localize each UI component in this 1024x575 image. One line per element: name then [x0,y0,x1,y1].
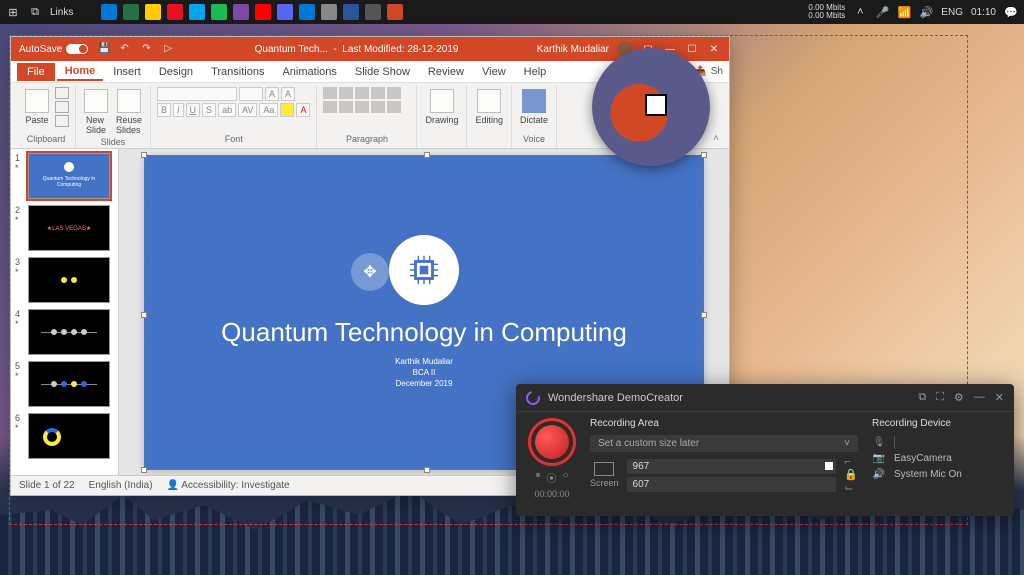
taskbar-time[interactable]: 01:10 [971,7,996,18]
windows-taskbar: ⊞ ⧉ Links 0.00 Mbits0.00 Mbits ˄ 🎤 📶 🔊 E… [0,0,1024,24]
slide-counter[interactable]: Slide 1 of 22 [19,480,75,491]
slide-title-text[interactable]: Quantum Technology in Computing [221,317,627,348]
net-indicator: 0.00 Mbits0.00 Mbits [808,4,845,20]
speaker-icon: 🔊 [872,469,886,480]
screen-select[interactable]: Screen [590,462,619,488]
demo-logo-icon [523,388,542,407]
tab-design[interactable]: Design [151,64,201,80]
new-slide-button[interactable]: New Slide [82,87,110,137]
slideshow-qat-icon[interactable]: ▷ [164,43,176,55]
tab-file[interactable]: File [17,63,55,81]
record-button[interactable] [528,418,576,466]
voice-group-label: Voice [518,134,550,146]
demo-settings-icon[interactable]: ⚙ [954,391,964,404]
paragraph-group-label: Paragraph [323,134,410,146]
tray-up-icon[interactable]: ˄ [853,5,867,19]
mic-icon: 🎙 [872,437,886,448]
doc-modified: Last Modified: 28-12-2019 [342,44,458,55]
taskbar-app-icons[interactable] [101,4,403,20]
tab-help[interactable]: Help [516,64,555,80]
close-button[interactable]: ✕ [707,44,721,55]
redo-icon[interactable]: ↷ [142,43,154,55]
camera-device-row[interactable]: 📷EasyCamera [872,453,1002,464]
demo-minimize-button[interactable]: — [974,391,985,404]
tab-animations[interactable]: Animations [274,64,344,80]
clipboard-group-label: Clipboard [23,134,69,146]
demo-expand-icon[interactable]: ⛶ [936,391,944,404]
discard-icon[interactable]: ○ [562,470,568,485]
thumb-1[interactable]: Quantum Technology in Computing [28,153,110,199]
tab-home[interactable]: Home [57,63,104,81]
tab-slideshow[interactable]: Slide Show [347,64,418,80]
rec-device-label: Recording Device [872,418,1002,429]
thumb-4[interactable] [28,309,110,355]
lock-icon[interactable]: 🔒 [844,468,858,481]
camera-icon: 📷 [872,453,886,464]
undo-icon[interactable]: ↶ [120,43,132,55]
paragraph-tools[interactable] [323,87,401,113]
mic-tray-icon[interactable]: 🎤 [875,5,889,19]
wifi-icon[interactable]: 📶 [897,5,911,19]
width-input[interactable]: 967 [627,459,837,474]
save-icon[interactable]: 💾 [98,43,110,55]
tab-insert[interactable]: Insert [105,64,149,80]
demo-close-button[interactable]: ✕ [995,391,1004,404]
demo-title-text: Wondershare DemoCreator [548,392,683,404]
slide-thumbnails-panel[interactable]: 1*Quantum Technology in Computing 2*★LAS… [11,149,119,475]
mic-device-row[interactable]: 🎙 [872,436,1002,448]
taskbar-links-label[interactable]: Links [50,7,73,18]
thumb-5[interactable] [28,361,110,407]
demo-pin-icon[interactable]: ⧉ [918,391,926,404]
reuse-slides-button[interactable]: Reuse Slides [114,87,144,137]
doc-title: Quantum Tech... [255,44,328,55]
autosave-toggle[interactable]: AutoSave [19,44,88,55]
notification-icon[interactable]: 💬 [1004,5,1018,19]
stop-rec-icon[interactable]: ⦿ [546,470,556,485]
slide-subtitle[interactable]: Karthik Mudaliar BCA II December 2019 [395,356,453,390]
paste-button[interactable]: Paste [23,87,51,127]
thumb-6[interactable] [28,413,110,459]
drawing-button[interactable]: Drawing [423,87,460,127]
system-mic-row[interactable]: 🔊System Mic On [872,469,1002,480]
tab-transitions[interactable]: Transitions [203,64,272,80]
task-view-icon[interactable]: ⧉ [28,5,42,19]
cursor-magnifier [592,48,710,166]
start-icon[interactable]: ⊞ [6,5,20,19]
demo-titlebar[interactable]: Wondershare DemoCreator ⧉ ⛶ ⚙ — ✕ [516,384,1014,412]
collapse-ribbon-icon[interactable]: ˄ [709,129,723,148]
accessibility-status[interactable]: 👤 Accessibility: Investigate [167,480,290,491]
bracket-bot: ⌙ [844,481,858,494]
format-painter-icon[interactable] [55,115,69,127]
taskbar-lang[interactable]: ENG [941,7,963,18]
slides-group-label: Slides [82,137,144,149]
thumb-3[interactable] [28,257,110,303]
thumb-2[interactable]: ★LAS VEGAS★ [28,205,110,251]
slide-chip-icon [389,235,459,305]
user-name[interactable]: Karthik Mudaliar [537,44,609,55]
magnified-handle [645,94,667,116]
dictate-button[interactable]: Dictate [518,87,550,127]
democreator-window: Wondershare DemoCreator ⧉ ⛶ ⚙ — ✕ ⏸ ⦿ ○ … [516,384,1014,516]
custom-size-dropdown[interactable]: Set a custom size later˅ [590,435,858,452]
editing-button[interactable]: Editing [473,87,505,127]
share-button[interactable]: Sh [711,66,723,77]
cut-icon[interactable] [55,87,69,99]
tab-view[interactable]: View [474,64,514,80]
maximize-button[interactable]: ☐ [685,44,699,55]
chevron-down-icon: ˅ [844,438,850,449]
tab-review[interactable]: Review [420,64,472,80]
language-status[interactable]: English (India) [89,480,153,491]
rec-timer: 00:00:00 [534,489,569,499]
font-group-label: Font [157,134,310,146]
height-input[interactable]: 607 [627,477,837,492]
volume-icon[interactable]: 🔊 [919,5,933,19]
move-handle-icon[interactable]: ✥ [351,253,389,291]
copy-icon[interactable] [55,101,69,113]
bracket-top: ⌐ [844,456,858,468]
pause-icon[interactable]: ⏸ [535,470,540,485]
rec-area-label: Recording Area [590,418,858,429]
